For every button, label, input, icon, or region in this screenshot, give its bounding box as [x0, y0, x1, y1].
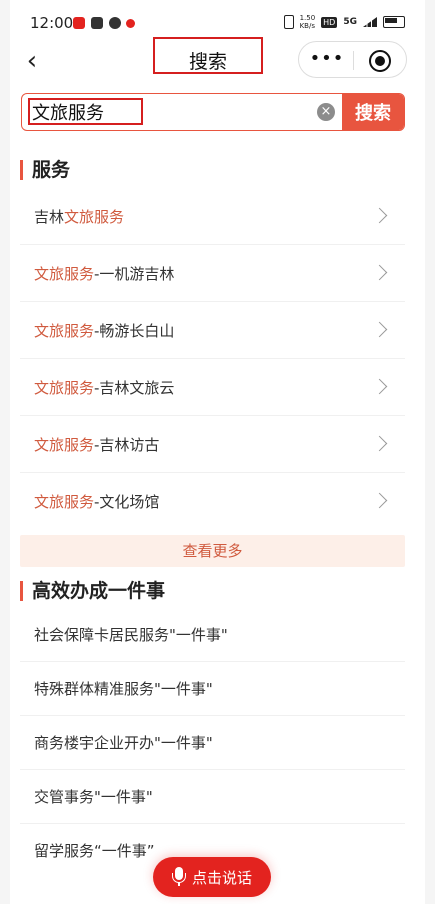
chevron-right-icon: [371, 207, 388, 224]
service-item[interactable]: 文旅服务-吉林文旅云: [20, 359, 405, 416]
page-title: 搜索: [188, 51, 227, 73]
service-item[interactable]: 文旅服务-吉林访古: [20, 416, 405, 473]
matter-item[interactable]: 商务楼宇企业开办"一件事": [20, 716, 405, 770]
service-item[interactable]: 文旅服务-文化场馆: [20, 473, 405, 530]
compass-notification-icon: [109, 17, 121, 29]
voice-button-label: 点击说话: [191, 868, 252, 887]
media-notification-icon: [91, 17, 103, 29]
search-input[interactable]: [30, 96, 314, 128]
chevron-right-icon: [371, 264, 388, 281]
mini-program-capsule: •••: [298, 41, 407, 78]
app-notification-icon: [73, 17, 85, 29]
vibrate-icon: [283, 15, 294, 29]
close-program-icon[interactable]: [369, 50, 391, 72]
matter-item-label: 特殊群体精准服务"一件事": [34, 680, 213, 698]
capsule-divider: [353, 51, 354, 70]
matter-item-label: 商务楼宇企业开办"一件事": [34, 734, 213, 752]
services-list: 吉林文旅服务 文旅服务-一机游吉林 文旅服务-畅游长白山 文旅服务-吉林文旅云 …: [20, 188, 405, 530]
services-section-title: 服务: [20, 160, 70, 180]
matters-list: 社会保障卡居民服务"一件事" 特殊群体精准服务"一件事" 商务楼宇企业开办"一件…: [20, 608, 405, 878]
more-menu-icon[interactable]: •••: [309, 48, 345, 72]
back-button[interactable]: ‹: [20, 44, 44, 78]
title-annotation-box: 搜索: [153, 37, 263, 74]
voice-input-button[interactable]: 点击说话: [153, 857, 271, 897]
matter-item[interactable]: 社会保障卡居民服务"一件事": [20, 608, 405, 662]
matter-item-label: 社会保障卡居民服务"一件事": [34, 626, 228, 644]
service-item-label: 文旅服务-吉林文旅云: [34, 379, 175, 397]
hd-badge: HD: [321, 16, 338, 28]
service-item-label: 文旅服务-一机游吉林: [34, 265, 175, 283]
net-speed: 1.50 KB/s: [299, 14, 316, 30]
matter-item-label: 留学服务“一件事”: [34, 842, 155, 860]
matter-item[interactable]: 特殊群体精准服务"一件事": [20, 662, 405, 716]
battery-icon: [383, 16, 405, 28]
matter-item-label: 交管事务"一件事": [34, 788, 153, 806]
search-bar: × 搜索: [21, 93, 405, 131]
clear-icon[interactable]: ×: [317, 103, 335, 121]
service-item-label: 文旅服务-畅游长白山: [34, 322, 175, 340]
chevron-right-icon: [371, 321, 388, 338]
service-item[interactable]: 文旅服务-畅游长白山: [20, 302, 405, 359]
service-item[interactable]: 吉林文旅服务: [20, 188, 405, 245]
view-more-button[interactable]: 查看更多: [20, 535, 405, 567]
chevron-right-icon: [371, 378, 388, 395]
matter-item[interactable]: 交管事务"一件事": [20, 770, 405, 824]
network-type: 5G: [343, 17, 357, 27]
search-button[interactable]: 搜索: [342, 94, 404, 130]
chevron-right-icon: [371, 435, 388, 452]
service-item-label: 文旅服务-吉林访古: [34, 436, 160, 454]
chevron-right-icon: [371, 492, 388, 509]
alert-notification-icon: [126, 19, 135, 28]
status-right: 1.50 KB/s HD 5G: [283, 14, 405, 30]
service-item[interactable]: 文旅服务-一机游吉林: [20, 245, 405, 302]
microphone-icon: [171, 867, 186, 887]
status-time: 12:00: [30, 14, 74, 32]
signal-icon: [363, 17, 377, 27]
service-item-label: 吉林文旅服务: [34, 208, 125, 226]
service-item-label: 文旅服务-文化场馆: [34, 493, 160, 511]
matters-section-title: 高效办成一件事: [20, 581, 165, 601]
